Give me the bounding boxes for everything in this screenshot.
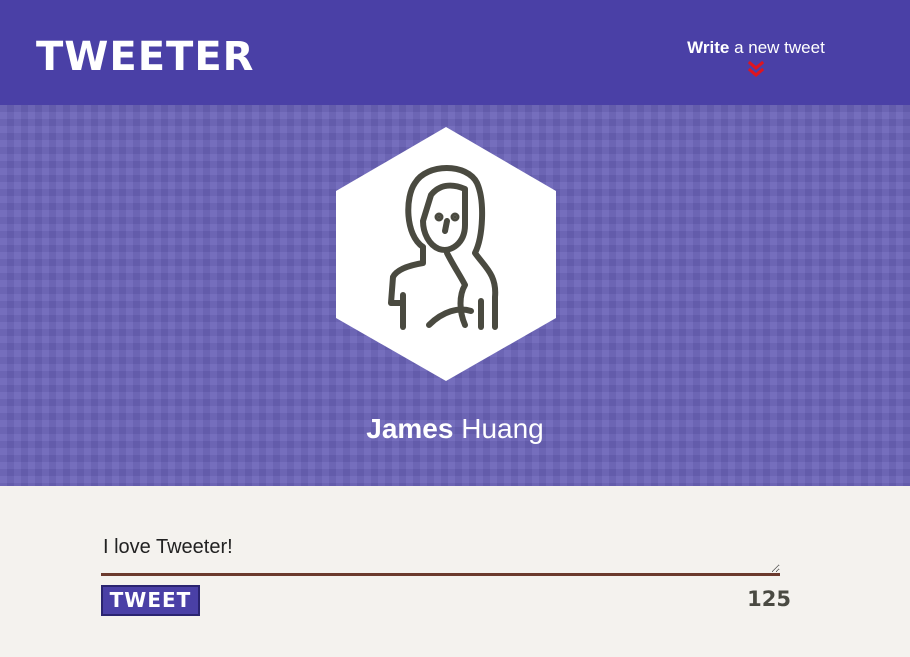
profile-first-name: James bbox=[366, 413, 454, 444]
woman-avatar-icon bbox=[336, 127, 556, 381]
write-tweet-label: Write a new tweet bbox=[670, 36, 842, 60]
navbar: TWEETER Write a new tweet bbox=[0, 0, 910, 105]
profile-name: James Huang bbox=[0, 411, 910, 447]
write-tweet-label-strong: Write bbox=[687, 38, 730, 57]
tweet-textarea[interactable]: I love Tweeter! bbox=[101, 530, 780, 576]
write-tweet-label-light: a new tweet bbox=[729, 38, 825, 57]
profile-last-name: Huang bbox=[461, 413, 544, 444]
profile-banner: James Huang bbox=[0, 105, 910, 486]
tweet-composer: I love Tweeter! TWEET 125 bbox=[101, 530, 791, 630]
write-tweet-toggle[interactable]: Write a new tweet bbox=[670, 36, 842, 86]
logo: TWEETER bbox=[36, 34, 255, 80]
character-counter: 125 bbox=[747, 587, 791, 611]
double-chevron-down-icon[interactable] bbox=[748, 60, 764, 80]
tweet-button[interactable]: TWEET bbox=[101, 585, 200, 616]
